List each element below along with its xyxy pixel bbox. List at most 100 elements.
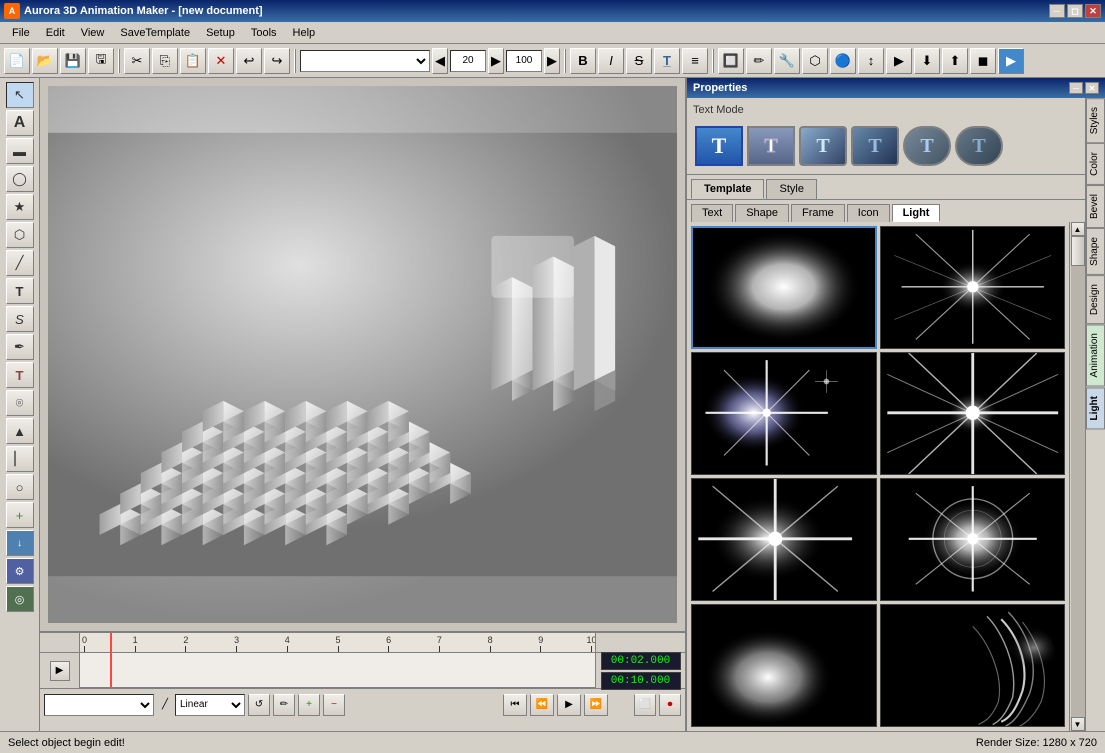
tool-settings[interactable]: ⚙ (6, 558, 34, 584)
light-item-2[interactable] (880, 226, 1066, 349)
obj3-button[interactable]: 🔧 (774, 48, 800, 74)
menu-setup[interactable]: Setup (198, 25, 243, 41)
subtab-shape[interactable]: Shape (735, 204, 789, 222)
obj6-button[interactable]: ↕ (858, 48, 884, 74)
italic-button[interactable]: I (598, 48, 624, 74)
open-button[interactable]: 📂 (32, 48, 58, 74)
tab-style[interactable]: Style (766, 179, 816, 199)
bold-button[interactable]: B (570, 48, 596, 74)
minimize-button[interactable]: ─ (1049, 4, 1065, 18)
font-scale-input[interactable] (506, 50, 542, 72)
prop-minimize-button[interactable]: ─ (1069, 82, 1083, 94)
text-mode-sphere3[interactable]: T (903, 126, 951, 166)
sidebar-tab-design[interactable]: Design (1086, 275, 1105, 324)
light-item-4[interactable] (880, 352, 1066, 475)
tab-template[interactable]: Template (691, 179, 764, 199)
tool-arc[interactable]: S (6, 306, 34, 332)
prop-close-button[interactable]: ✕ (1085, 82, 1099, 94)
restore-button[interactable]: ◻ (1067, 4, 1083, 18)
text-mode-sphere4[interactable]: T (955, 126, 1003, 166)
canvas-container[interactable] (48, 86, 677, 623)
saveas-button[interactable]: 🖫 (88, 48, 114, 74)
font-size-input[interactable] (450, 50, 486, 72)
font-selector[interactable] (300, 50, 430, 72)
obj10-button[interactable]: ◼ (970, 48, 996, 74)
rewind-button[interactable]: ⏮ (503, 694, 527, 716)
obj2-button[interactable]: ✏ (746, 48, 772, 74)
subtab-frame[interactable]: Frame (791, 204, 845, 222)
loop-button[interactable]: ⬜ (634, 694, 656, 716)
copy-button[interactable]: ⎘ (152, 48, 178, 74)
edit-keys-button[interactable]: ✏ (273, 694, 295, 716)
sidebar-tab-shape[interactable]: Shape (1086, 228, 1105, 275)
sidebar-tab-animation[interactable]: Animation (1086, 324, 1105, 386)
scroll-thumb[interactable] (1071, 236, 1085, 266)
obj7-button[interactable]: ▶ (886, 48, 912, 74)
light-item-6[interactable] (880, 478, 1066, 601)
tool-export[interactable]: ↓ (6, 530, 34, 556)
tool-ring[interactable]: ⌾ (6, 390, 34, 416)
light-item-5[interactable] (691, 478, 877, 601)
font-scale-up[interactable]: ▶ (544, 48, 560, 74)
menu-help[interactable]: Help (285, 25, 324, 41)
sidebar-tab-bevel[interactable]: Bevel (1086, 185, 1105, 228)
sidebar-tab-styles[interactable]: Styles (1086, 98, 1105, 143)
close-button[interactable]: ✕ (1085, 4, 1101, 18)
text-mode-normal[interactable]: T (695, 126, 743, 166)
scroll-down-button[interactable]: ▼ (1071, 717, 1085, 731)
align-button[interactable]: ≡ (682, 48, 708, 74)
obj8-button[interactable]: ⬇ (914, 48, 940, 74)
delete-button[interactable]: ✕ (208, 48, 234, 74)
tool-triangle[interactable]: ▲ (6, 418, 34, 444)
light-item-8[interactable] (880, 604, 1066, 727)
scroll-track[interactable] (1071, 236, 1085, 717)
light-item-7[interactable] (691, 604, 877, 727)
scroll-up-button[interactable]: ▲ (1071, 222, 1085, 236)
sidebar-tab-color[interactable]: Color (1086, 143, 1105, 185)
record-button[interactable]: ⏺ (659, 694, 681, 716)
play-back-button[interactable]: ⏪ (530, 694, 554, 716)
strikethrough-button[interactable]: S (626, 48, 652, 74)
light-item-1[interactable] (691, 226, 877, 349)
obj9-button[interactable]: ⬆ (942, 48, 968, 74)
tool-vbar[interactable]: ▏ (6, 446, 34, 472)
play-button[interactable]: ▶ (557, 694, 581, 716)
undo-button[interactable]: ↩ (236, 48, 262, 74)
tool-animation[interactable]: ◎ (6, 586, 34, 612)
textstyle-button[interactable]: T̲ (654, 48, 680, 74)
save-button[interactable]: 💾 (60, 48, 86, 74)
subtab-text[interactable]: Text (691, 204, 733, 222)
tool-textbox[interactable]: T (6, 278, 34, 304)
interpolation-selector[interactable]: Linear (175, 694, 245, 716)
remove-key-button[interactable]: − (323, 694, 345, 716)
new-button[interactable]: 📄 (4, 48, 30, 74)
play-forward-button[interactable]: ⏩ (584, 694, 608, 716)
menu-tools[interactable]: Tools (243, 25, 285, 41)
timeline-track[interactable] (80, 653, 595, 688)
cut-button[interactable]: ✂ (124, 48, 150, 74)
tool-select[interactable]: ↖ (6, 82, 34, 108)
tool-ellipse[interactable]: ◯ (6, 166, 34, 192)
tool-text[interactable]: A (6, 110, 34, 136)
sidebar-tab-light[interactable]: Light (1086, 387, 1105, 429)
obj1-button[interactable]: 🔲 (718, 48, 744, 74)
tool-circle[interactable]: ○ (6, 474, 34, 500)
tool-line[interactable]: ╱ (6, 250, 34, 276)
text-mode-sphere1[interactable]: T (799, 126, 847, 166)
menu-view[interactable]: View (73, 25, 113, 41)
obj5-button[interactable]: 🔵 (830, 48, 856, 74)
subtab-light[interactable]: Light (892, 204, 941, 222)
track-collapse-button[interactable]: ▶ (50, 661, 70, 681)
menu-edit[interactable]: Edit (38, 25, 73, 41)
menu-file[interactable]: File (4, 25, 38, 41)
subtab-icon[interactable]: Icon (847, 204, 890, 222)
obj11-button[interactable]: ▶ (998, 48, 1024, 74)
redo-button[interactable]: ↪ (264, 48, 290, 74)
tool-insert[interactable]: T (6, 362, 34, 388)
tool-hexagon[interactable]: ⬡ (6, 222, 34, 248)
tool-dot[interactable]: + (6, 502, 34, 528)
refresh-button[interactable]: ↺ (248, 694, 270, 716)
font-size-down[interactable]: ◀ (432, 48, 448, 74)
menu-savetemplate[interactable]: SaveTemplate (112, 25, 198, 41)
tool-rectangle[interactable]: ▬ (6, 138, 34, 164)
